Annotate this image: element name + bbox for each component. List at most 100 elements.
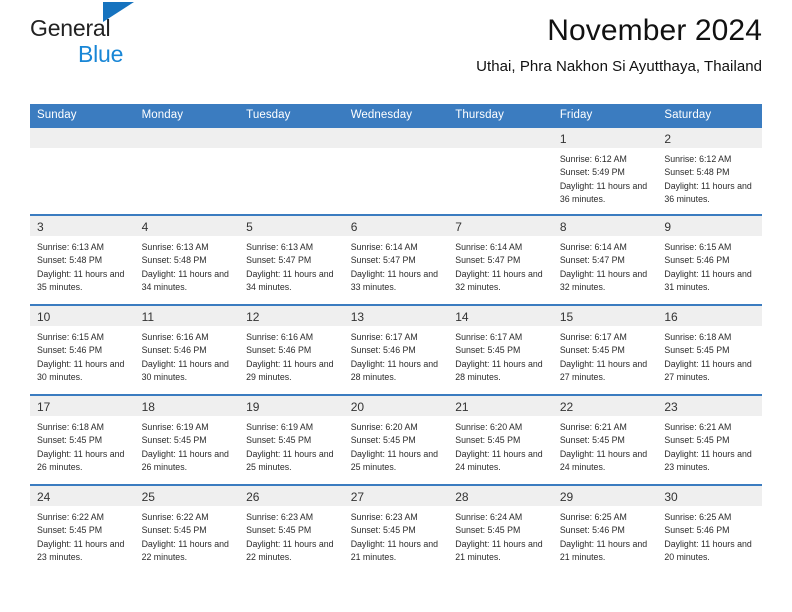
calendar-day-cell[interactable]: 25 Sunrise: 6:22 AM Sunset: 5:45 PM Dayligh… xyxy=(134,484,240,575)
sunrise-text: Sunrise: 6:17 AM xyxy=(455,332,523,342)
daylight-text: Daylight: 11 hours and 28 minutes. xyxy=(455,358,543,383)
calendar-day-cell[interactable]: 22 Sunrise: 6:21 AM Sunset: 5:45 PM Dayligh… xyxy=(552,394,658,485)
calendar-day-cell[interactable]: 15 Sunrise: 6:17 AM Sunset: 5:45 PM Dayligh… xyxy=(552,304,658,395)
weekday-header-monday: Monday xyxy=(134,104,240,127)
daylight-text: Daylight: 11 hours and 26 minutes. xyxy=(37,448,125,473)
day-number: 14 xyxy=(448,306,553,326)
calendar-day-cell[interactable]: 13 Sunrise: 6:17 AM Sunset: 5:46 PM Dayligh… xyxy=(343,304,449,395)
sunrise-text: Sunrise: 6:25 AM xyxy=(664,512,732,522)
calendar-page: General Blue November 2024 Uthai, Phra N… xyxy=(0,0,792,612)
sunrise-text: Sunrise: 6:13 AM xyxy=(37,242,104,252)
day-number xyxy=(448,128,553,148)
sunset-text: Sunset: 5:45 PM xyxy=(246,435,312,446)
sunset-text: Sunset: 5:45 PM xyxy=(559,435,625,446)
calendar-day-cell[interactable]: 29 Sunrise: 6:25 AM Sunset: 5:46 PM Dayligh… xyxy=(552,484,658,575)
page-subtitle: Uthai, Phra Nakhon Si Ayutthaya, Thailan… xyxy=(476,57,762,75)
calendar-day-cell[interactable]: 8 Sunrise: 6:14 AM Sunset: 5:47 PM Daylight… xyxy=(552,214,658,305)
calendar-day-cell[interactable]: 3 Sunrise: 6:13 AM Sunset: 5:48 PM Daylight… xyxy=(30,214,135,305)
calendar-day-cell[interactable]: 9 Sunrise: 6:15 AM Sunset: 5:46 PM Daylight… xyxy=(657,214,762,305)
day-sun-info: Sunrise: 6:19 AM Sunset: 5:45 PM Daylight:… xyxy=(135,416,240,474)
sunset-text: Sunset: 5:46 PM xyxy=(664,255,730,266)
calendar-day-cell[interactable]: 18 Sunrise: 6:19 AM Sunset: 5:45 PM Dayligh… xyxy=(134,394,240,485)
sunset-text: Sunset: 5:45 PM xyxy=(37,525,103,536)
day-sun-info: Sunrise: 6:20 AM Sunset: 5:45 PM Daylight:… xyxy=(448,416,553,474)
calendar-cell-empty xyxy=(30,126,135,215)
calendar-table: Sunday Monday Tuesday Wednesday Thursday… xyxy=(30,104,762,575)
daylight-text: Daylight: 11 hours and 30 minutes. xyxy=(37,358,125,383)
calendar-day-cell[interactable]: 24 Sunrise: 6:22 AM Sunset: 5:45 PM Dayligh… xyxy=(30,484,135,575)
daylight-text: Daylight: 11 hours and 34 minutes. xyxy=(246,268,334,293)
daylight-text: Daylight: 11 hours and 22 minutes. xyxy=(141,538,229,563)
daylight-text: Daylight: 11 hours and 30 minutes. xyxy=(141,358,229,383)
day-sun-info: Sunrise: 6:13 AM Sunset: 5:48 PM Daylight:… xyxy=(30,236,135,294)
calendar-day-cell[interactable]: 30 Sunrise: 6:25 AM Sunset: 5:46 PM Dayligh… xyxy=(657,484,762,575)
calendar-cell-empty xyxy=(239,126,344,215)
calendar-day-cell[interactable]: 4 Sunrise: 6:13 AM Sunset: 5:48 PM Daylight… xyxy=(134,214,240,305)
day-number xyxy=(134,128,240,148)
calendar-day-cell[interactable]: 19 Sunrise: 6:19 AM Sunset: 5:45 PM Dayligh… xyxy=(239,394,344,485)
calendar-day-cell[interactable]: 12 Sunrise: 6:16 AM Sunset: 5:46 PM Dayligh… xyxy=(239,304,344,395)
sunrise-text: Sunrise: 6:20 AM xyxy=(455,422,523,432)
calendar-day-cell[interactable]: 27 Sunrise: 6:23 AM Sunset: 5:45 PM Dayligh… xyxy=(343,484,449,575)
sunrise-text: Sunrise: 6:19 AM xyxy=(246,422,314,432)
day-sun-info: Sunrise: 6:15 AM Sunset: 5:46 PM Daylight:… xyxy=(30,326,135,384)
calendar-day-cell[interactable]: 23 Sunrise: 6:21 AM Sunset: 5:45 PM Dayligh… xyxy=(657,394,762,485)
sunrise-text: Sunrise: 6:14 AM xyxy=(559,242,627,252)
sunset-text: Sunset: 5:45 PM xyxy=(141,525,207,536)
daylight-text: Daylight: 11 hours and 21 minutes. xyxy=(350,538,439,563)
sunrise-text: Sunrise: 6:18 AM xyxy=(664,332,732,342)
daylight-text: Daylight: 11 hours and 26 minutes. xyxy=(141,448,229,473)
calendar-day-cell[interactable]: 17 Sunrise: 6:18 AM Sunset: 5:45 PM Dayligh… xyxy=(30,394,135,485)
calendar-week-row: 24 Sunrise: 6:22 AM Sunset: 5:45 PM Dayligh… xyxy=(30,484,762,575)
daylight-text: Daylight: 11 hours and 21 minutes. xyxy=(559,538,648,563)
calendar-day-cell[interactable]: 20 Sunrise: 6:20 AM Sunset: 5:45 PM Dayligh… xyxy=(343,394,449,485)
calendar-day-cell[interactable]: 7 Sunrise: 6:14 AM Sunset: 5:47 PM Daylight… xyxy=(448,214,553,305)
day-number: 29 xyxy=(552,486,658,506)
calendar-day-cell[interactable]: 2 Sunrise: 6:12 AM Sunset: 5:48 PM Daylight… xyxy=(657,126,762,215)
day-sun-info: Sunrise: 6:16 AM Sunset: 5:46 PM Daylight:… xyxy=(239,326,344,384)
calendar-day-cell[interactable]: 28 Sunrise: 6:24 AM Sunset: 5:45 PM Dayligh… xyxy=(448,484,553,575)
calendar-day-cell[interactable]: 26 Sunrise: 6:23 AM Sunset: 5:45 PM Dayligh… xyxy=(239,484,344,575)
day-number: 8 xyxy=(552,216,658,236)
sunrise-text: Sunrise: 6:12 AM xyxy=(559,154,627,164)
calendar-day-cell[interactable]: 5 Sunrise: 6:13 AM Sunset: 5:47 PM Daylight… xyxy=(239,214,344,305)
day-sun-info: Sunrise: 6:17 AM Sunset: 5:46 PM Daylight:… xyxy=(344,326,449,384)
calendar-cell-empty xyxy=(448,126,553,215)
sunset-text: Sunset: 5:47 PM xyxy=(455,255,521,266)
sunrise-text: Sunrise: 6:17 AM xyxy=(350,332,418,342)
daylight-text: Daylight: 11 hours and 35 minutes. xyxy=(37,268,125,293)
daylight-text: Daylight: 11 hours and 21 minutes. xyxy=(455,538,543,563)
weekday-header-friday: Friday xyxy=(552,104,658,127)
calendar-day-cell[interactable]: 6 Sunrise: 6:14 AM Sunset: 5:47 PM Daylight… xyxy=(343,214,449,305)
daylight-text: Daylight: 11 hours and 24 minutes. xyxy=(559,448,648,473)
sunset-text: Sunset: 5:45 PM xyxy=(455,345,521,356)
calendar-day-cell[interactable]: 11 Sunrise: 6:16 AM Sunset: 5:46 PM Dayligh… xyxy=(134,304,240,395)
sunrise-text: Sunrise: 6:23 AM xyxy=(350,512,418,522)
calendar-day-cell[interactable]: 14 Sunrise: 6:17 AM Sunset: 5:45 PM Dayligh… xyxy=(448,304,553,395)
daylight-text: Daylight: 11 hours and 25 minutes. xyxy=(246,448,334,473)
day-number: 17 xyxy=(30,396,135,416)
sunset-text: Sunset: 5:45 PM xyxy=(455,435,521,446)
day-number: 10 xyxy=(30,306,135,326)
brand-logo[interactable]: General Blue xyxy=(30,0,230,66)
calendar-day-cell[interactable]: 10 Sunrise: 6:15 AM Sunset: 5:46 PM Dayligh… xyxy=(30,304,135,395)
sunrise-text: Sunrise: 6:22 AM xyxy=(37,512,104,522)
daylight-text: Daylight: 11 hours and 29 minutes. xyxy=(246,358,334,383)
sunrise-text: Sunrise: 6:22 AM xyxy=(141,512,209,522)
sunset-text: Sunset: 5:46 PM xyxy=(664,525,730,536)
day-number: 19 xyxy=(239,396,344,416)
sunrise-text: Sunrise: 6:18 AM xyxy=(37,422,104,432)
sunrise-text: Sunrise: 6:14 AM xyxy=(455,242,523,252)
calendar-day-cell[interactable]: 21 Sunrise: 6:20 AM Sunset: 5:45 PM Dayligh… xyxy=(448,394,553,485)
daylight-text: Daylight: 11 hours and 23 minutes. xyxy=(37,538,125,563)
sunset-text: Sunset: 5:46 PM xyxy=(350,345,416,356)
day-sun-info: Sunrise: 6:14 AM Sunset: 5:47 PM Daylight:… xyxy=(448,236,553,294)
day-number xyxy=(239,128,344,148)
calendar-day-cell[interactable]: 16 Sunrise: 6:18 AM Sunset: 5:45 PM Dayligh… xyxy=(657,304,762,395)
daylight-text: Daylight: 11 hours and 36 minutes. xyxy=(559,180,648,205)
calendar-day-cell[interactable]: 1 Sunrise: 6:12 AM Sunset: 5:49 PM Daylight… xyxy=(552,126,658,215)
sunset-text: Sunset: 5:48 PM xyxy=(664,167,730,178)
sunset-text: Sunset: 5:46 PM xyxy=(559,525,625,536)
day-sun-info: Sunrise: 6:17 AM Sunset: 5:45 PM Daylight:… xyxy=(448,326,553,384)
day-number: 6 xyxy=(343,216,449,236)
